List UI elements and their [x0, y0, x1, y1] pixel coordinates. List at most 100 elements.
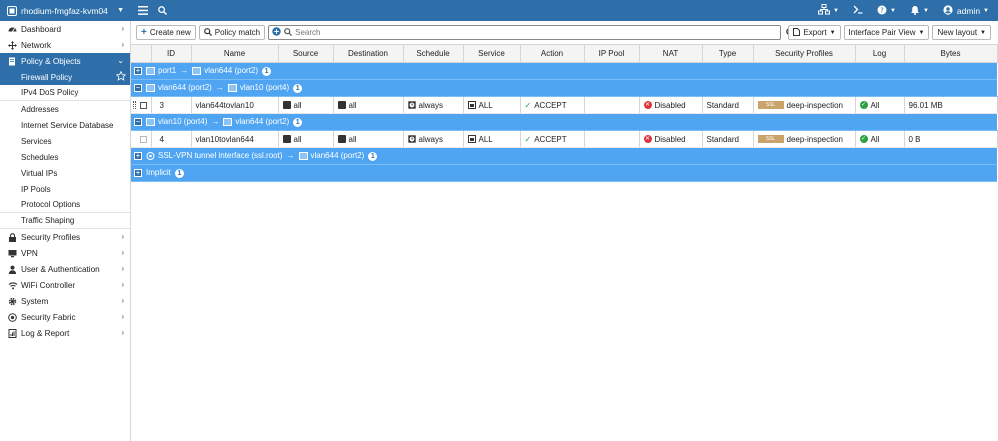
fortigate-device-icon	[7, 5, 17, 16]
fortigate-cloud-menu[interactable]: ▼	[818, 4, 839, 17]
expand-icon[interactable]: +	[134, 169, 142, 178]
collapse-icon[interactable]: −	[134, 118, 142, 127]
sidebar-item-addresses[interactable]: Addresses	[0, 101, 130, 117]
address-icon	[337, 135, 346, 144]
cell-destination-text: all	[348, 134, 357, 144]
section-row[interactable]: − vlan10 (port4) → vlan644 (port2) 1	[131, 113, 997, 131]
port-icon	[146, 84, 155, 93]
sidebar-item-label: Virtual IPs	[21, 168, 58, 178]
section-row[interactable]: + port1 → vlan644 (port2) 1	[131, 62, 997, 80]
chevron-right-icon: ›	[121, 280, 124, 289]
section-to: vlan644 (port2)	[235, 117, 290, 127]
disabled-icon: ✕	[643, 135, 652, 144]
column-header-source[interactable]: Source	[278, 44, 334, 63]
column-header-ip-pool[interactable]: IP Pool	[584, 44, 640, 63]
sidebar-item-schedules[interactable]: Schedules	[0, 149, 130, 165]
device-selector[interactable]: rhodium-fmgfaz-kvm04 ▼	[0, 0, 131, 21]
sidebar-item-ipv4-dos-policy[interactable]: IPv4 DoS Policy	[0, 85, 130, 101]
column-header-action[interactable]: Action	[520, 44, 585, 63]
sidebar-item-security-fabric[interactable]: Security Fabric ›	[0, 309, 130, 325]
column-header-schedule[interactable]: Schedule	[403, 44, 464, 63]
row-checkbox[interactable]	[140, 101, 147, 109]
sidebar-item-internet-service-database[interactable]: Internet Service Database	[0, 117, 130, 133]
table-row[interactable]: 4 vlan10tovlan644 all all always ALL ✓ AC…	[131, 130, 998, 148]
clock-icon	[407, 135, 419, 144]
column-header-name[interactable]: Name	[191, 44, 279, 63]
notifications-menu[interactable]: ▼	[910, 5, 929, 17]
section-cell: − vlan644 (port2) → vlan10 (port4) 1	[131, 79, 997, 97]
chevron-down-icon: ⌄	[117, 56, 124, 65]
column-header-service[interactable]: Service	[463, 44, 521, 63]
sidebar-item-network[interactable]: Network ›	[0, 37, 130, 53]
section-row[interactable]: + SSL-VPN tunnel interface (ssl.root) → vla…	[131, 147, 997, 165]
column-header-log[interactable]: Log	[855, 44, 905, 63]
chevron-down-icon: ▼	[889, 7, 896, 14]
sidebar-item-security-profiles[interactable]: Security Profiles ›	[0, 229, 130, 245]
expand-icon[interactable]: +	[134, 67, 142, 76]
export-button[interactable]: Export ▼	[788, 25, 841, 40]
cell-destination: all	[333, 130, 404, 148]
port-icon	[146, 118, 155, 127]
address-icon	[282, 135, 291, 144]
cell-source-text: all	[293, 134, 302, 144]
drag-handle-icon[interactable]	[133, 101, 136, 110]
sidebar-item-virtual-ips[interactable]: Virtual IPs	[0, 165, 130, 181]
cli-console-button[interactable]	[853, 5, 863, 16]
sidebar-item-ip-pools[interactable]: IP Pools	[0, 181, 130, 197]
help-menu[interactable]: ? ▼	[877, 5, 896, 17]
sidebar-item-services[interactable]: Services	[0, 133, 130, 149]
column-header-type[interactable]: Type	[702, 44, 754, 63]
sidebar-item-traffic-shaping[interactable]: Traffic Shaping	[0, 213, 130, 229]
cell-name: vlan644tovlan10	[191, 96, 279, 114]
file-icon	[793, 27, 801, 38]
column-header-bytes[interactable]: Bytes	[904, 44, 998, 63]
column-header-security-profiles[interactable]: Security Profiles	[753, 44, 856, 63]
row-select-cell	[131, 130, 152, 148]
clock-icon	[407, 101, 419, 110]
column-header-nat[interactable]: NAT	[639, 44, 703, 63]
table-row[interactable]: 3 vlan644tovlan10 all all always ALL ✓ AC…	[131, 96, 998, 114]
sidebar-item-firewall-policy[interactable]: Firewall Policy	[0, 69, 130, 85]
create-new-button[interactable]: + Create new	[136, 25, 196, 40]
cell-nat: ✕ Disabled	[639, 96, 703, 114]
port-icon	[227, 84, 237, 93]
cell-bytes: 96.01 MB	[904, 96, 998, 114]
sidebar-item-protocol-options[interactable]: Protocol Options	[0, 197, 130, 213]
section-from: vlan644 (port2)	[158, 83, 212, 93]
cell-type: Standard	[702, 130, 754, 148]
sidebar-item-wifi-controller[interactable]: WiFi Controller ›	[0, 277, 130, 293]
table-header-row: ID Name Source Destination Schedule Serv…	[131, 44, 998, 63]
cell-ip-pool	[584, 130, 640, 148]
policy-match-button[interactable]: Policy match	[198, 25, 266, 40]
hamburger-menu-icon[interactable]	[138, 6, 148, 15]
search-input[interactable]	[295, 28, 776, 37]
interface-pair-view-button[interactable]: Interface Pair View ▼	[843, 25, 930, 40]
column-header-id[interactable]: ID	[151, 44, 192, 63]
row-checkbox[interactable]	[140, 135, 147, 143]
search-icon[interactable]	[158, 6, 167, 15]
star-icon[interactable]	[115, 70, 127, 83]
chevron-down-icon: ▼	[922, 7, 929, 14]
dashboard-icon	[7, 24, 18, 34]
network-cross-icon	[7, 40, 18, 50]
section-to: vlan644 (port2)	[310, 151, 365, 161]
sidebar-item-vpn[interactable]: VPN ›	[0, 245, 130, 261]
expand-icon[interactable]: +	[134, 152, 142, 161]
sidebar-item-dashboard[interactable]: Dashboard ›	[0, 21, 130, 37]
service-icon	[467, 101, 479, 110]
collapse-icon[interactable]: −	[134, 84, 142, 93]
sidebar-item-system[interactable]: System ›	[0, 293, 130, 309]
search-icon	[284, 27, 293, 38]
user-menu[interactable]: admin ▼	[943, 4, 989, 17]
sidebar-item-log-report[interactable]: Log & Report ›	[0, 325, 130, 341]
add-filter-icon[interactable]	[272, 27, 281, 38]
section-row[interactable]: + Implicit 1	[131, 164, 997, 182]
sidebar-item-policy-objects[interactable]: Policy & Objects ⌄	[0, 53, 130, 69]
column-header-destination[interactable]: Destination	[333, 44, 404, 63]
new-layout-button[interactable]: New layout ▼	[932, 25, 991, 40]
section-row[interactable]: − vlan644 (port2) → vlan10 (port4) 1	[131, 79, 997, 97]
sidebar-item-user-authentication[interactable]: User & Authentication ›	[0, 261, 130, 277]
sidebar-item-label: IP Pools	[21, 184, 51, 194]
sidebar-item-label: Traffic Shaping	[21, 216, 75, 225]
search-icon	[203, 27, 212, 38]
